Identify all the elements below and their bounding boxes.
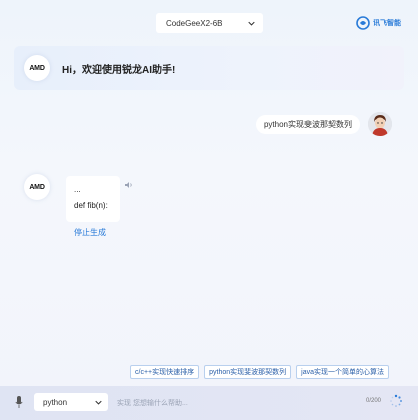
user-message: python实现斐波那契数列 (255, 114, 360, 134)
suggestion-chip[interactable]: c/c++实现快速排序 (130, 365, 200, 379)
suggestion-chips: c/c++实现快速排序 python实现斐波那契数列 java实现一个简单的心算… (130, 365, 389, 379)
stop-generating-link[interactable]: 停止生成 (74, 227, 106, 238)
bot-message-line: ... (74, 185, 81, 194)
brand-logo: 讯飞智能 (356, 15, 401, 31)
suggestion-chip[interactable]: python实现斐波那契数列 (204, 365, 292, 379)
model-select-value: CodeGeeX2-6B (166, 18, 223, 28)
brand-text: 讯飞智能 (373, 19, 401, 27)
model-select[interactable]: CodeGeeX2-6B (156, 13, 263, 33)
chevron-down-icon (248, 21, 255, 26)
top-bar: CodeGeeX2-6B 讯飞智能 (0, 0, 418, 42)
chevron-down-icon (95, 400, 102, 405)
language-select-value: python (43, 397, 68, 407)
character-counter: 0/200 (366, 398, 382, 404)
speaker-icon[interactable] (124, 180, 134, 190)
amd-logo: AMD (29, 183, 45, 191)
loading-spinner-icon (390, 394, 402, 407)
bot-message: ... def fib(n): (66, 176, 120, 222)
brand-icon (356, 16, 370, 30)
microphone-icon[interactable] (15, 396, 23, 408)
message-input[interactable]: 实现 您想输什么帮助... (117, 398, 188, 408)
welcome-text: Hi，欢迎使用锐龙AI助手! (62, 64, 176, 76)
user-message-row: python实现斐波那契数列 (255, 111, 392, 137)
bot-message-line: def fib(n): (74, 201, 108, 210)
user-avatar (368, 112, 392, 136)
bot-avatar: AMD (24, 174, 50, 200)
amd-logo: AMD (29, 64, 45, 72)
language-select[interactable]: python (34, 393, 108, 411)
assistant-avatar: AMD (24, 55, 50, 81)
suggestion-chip[interactable]: java实现一个简单的心算法 (296, 365, 389, 379)
welcome-banner: AMD Hi，欢迎使用锐龙AI助手! (14, 46, 404, 90)
